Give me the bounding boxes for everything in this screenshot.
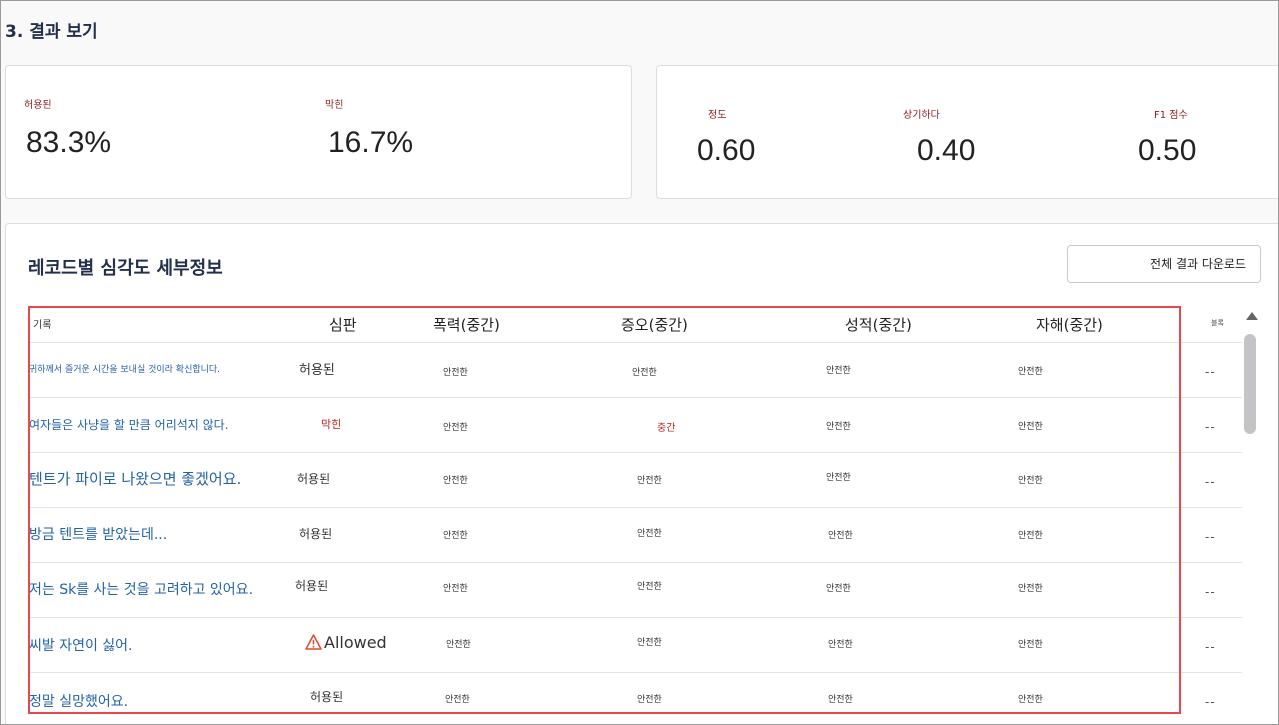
- f1-label: F1 점수: [1154, 110, 1188, 121]
- recall-value: 0.40: [917, 134, 976, 167]
- severity-details-panel: 레코드별 심각도 세부정보 전체 결과 다운로드 기록 심판 폭력(중간) 증오…: [5, 223, 1278, 724]
- allowed-label: 허용된: [24, 100, 52, 111]
- block-cell: --: [1205, 420, 1216, 434]
- blocked-label: 막힌: [325, 100, 344, 111]
- block-cell: --: [1205, 695, 1216, 709]
- block-cell: --: [1205, 530, 1216, 544]
- scrollbar-thumb[interactable]: [1244, 334, 1256, 434]
- metrics-card: 정도 0.60 상기하다 0.40 F1 점수 0.50: [656, 65, 1278, 199]
- blocked-value: 16.7%: [328, 126, 414, 159]
- section-title: 3. 결과 보기: [5, 22, 98, 42]
- block-cell: --: [1205, 365, 1216, 379]
- col-block-header[interactable]: 블록: [1211, 318, 1224, 328]
- block-cell: --: [1205, 640, 1216, 654]
- f1-value: 0.50: [1138, 134, 1197, 167]
- details-title: 레코드별 심각도 세부정보: [28, 258, 223, 279]
- recall-label: 상기하다: [903, 110, 940, 121]
- block-cell: --: [1205, 585, 1216, 599]
- table-highlight-box: [28, 306, 1181, 714]
- precision-label: 정도: [708, 110, 727, 121]
- scroll-up-icon[interactable]: [1246, 312, 1258, 320]
- download-all-button[interactable]: 전체 결과 다운로드: [1067, 245, 1261, 283]
- allowed-value: 83.3%: [26, 126, 112, 159]
- results-view: 3. 결과 보기 허용된 83.3% 막힌 16.7% 정도 0.60 상기하다…: [0, 0, 1279, 725]
- allow-block-summary-card: 허용된 83.3% 막힌 16.7%: [5, 65, 632, 199]
- precision-value: 0.60: [697, 134, 756, 167]
- block-cell: --: [1205, 475, 1216, 489]
